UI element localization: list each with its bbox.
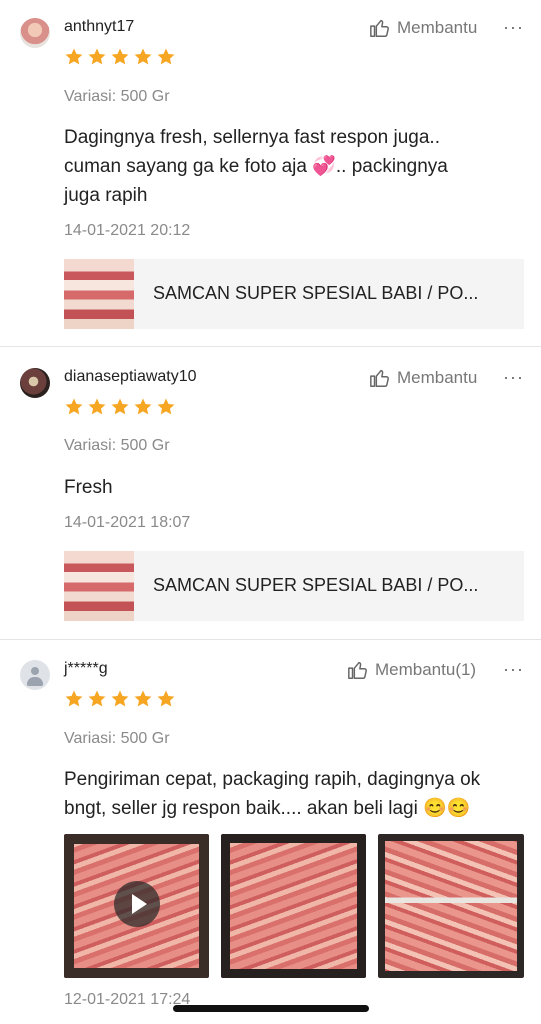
star-icon xyxy=(111,48,129,65)
more-options-icon[interactable]: ··· xyxy=(503,367,524,388)
reviewer-username[interactable]: dianaseptiawaty10 xyxy=(64,368,197,386)
default-avatar-icon[interactable] xyxy=(20,660,50,690)
star-icon xyxy=(157,398,175,415)
variant-label: Variasi: 500 Gr xyxy=(64,88,170,105)
product-title: SAMCAN SUPER SPESIAL BABI / PO... xyxy=(153,283,479,303)
reviewer-username[interactable]: j*****g xyxy=(64,660,108,678)
star-icon xyxy=(88,690,106,707)
review-photo[interactable] xyxy=(221,834,366,978)
star-icon xyxy=(134,398,152,415)
thumbs-up-icon xyxy=(348,661,367,679)
review-text-line: Pengiriman cepat, packaging rapih, dagin… xyxy=(64,769,481,790)
avatar-head xyxy=(31,667,39,675)
more-options-icon[interactable]: ··· xyxy=(503,17,524,38)
helpful-label: Membantu(1) xyxy=(375,660,477,679)
rating-stars xyxy=(64,689,176,709)
star-icon xyxy=(134,690,152,707)
star-icon xyxy=(111,690,129,707)
divider xyxy=(0,639,541,640)
star-icon xyxy=(111,398,129,415)
rating-stars xyxy=(64,47,176,67)
star-icon xyxy=(65,690,83,707)
avatar[interactable] xyxy=(20,368,50,398)
review-text-line: Fresh xyxy=(64,477,113,498)
review-date: 14-01-2021 18:07 xyxy=(64,514,191,531)
review-date: 14-01-2021 20:12 xyxy=(64,222,191,239)
variant-label: Variasi: 500 Gr xyxy=(64,437,170,454)
product-card[interactable]: SAMCAN SUPER SPESIAL BABI / PO... xyxy=(64,551,524,621)
divider xyxy=(0,346,541,347)
home-indicator[interactable] xyxy=(173,1005,369,1012)
variant-label: Variasi: 500 Gr xyxy=(64,730,170,747)
review-photo[interactable] xyxy=(378,834,524,978)
review-text: Pengiriman cepat, packaging rapih, dagin… xyxy=(64,765,524,823)
product-card[interactable]: SAMCAN SUPER SPESIAL BABI / PO... xyxy=(64,259,524,329)
avatar[interactable] xyxy=(20,18,50,48)
helpful-label: Membantu xyxy=(397,368,478,387)
product-thumbnail xyxy=(64,551,134,621)
helpful-button[interactable]: Membantu(1) xyxy=(347,659,476,681)
thumbs-up-icon xyxy=(370,19,389,37)
avatar-body xyxy=(27,677,43,686)
more-options-icon[interactable]: ··· xyxy=(503,659,524,680)
star-icon xyxy=(65,398,83,415)
rating-stars xyxy=(64,397,176,417)
star-icon xyxy=(65,48,83,65)
product-title: SAMCAN SUPER SPESIAL BABI / PO... xyxy=(153,575,479,595)
review-text-line: bngt, seller jg respon baik.... akan bel… xyxy=(64,798,471,819)
star-icon xyxy=(157,48,175,65)
review-text-line: Dagingnya fresh, sellernya fast respon j… xyxy=(64,127,440,148)
play-icon[interactable] xyxy=(114,881,160,927)
helpful-button[interactable]: Membantu xyxy=(369,367,477,389)
thumbs-up-icon xyxy=(370,369,389,387)
helpful-label: Membantu xyxy=(397,18,478,37)
star-icon xyxy=(88,48,106,65)
review-text: Dagingnya fresh, sellernya fast respon j… xyxy=(64,123,524,210)
star-icon xyxy=(157,690,175,707)
review-text-line: juga rapih xyxy=(64,185,148,206)
review-text: Fresh xyxy=(64,473,524,502)
reviewer-username[interactable]: anthnyt17 xyxy=(64,18,134,36)
product-thumbnail xyxy=(64,259,134,329)
review-text-line: cuman sayang ga ke foto aja 💞.. packingn… xyxy=(64,156,448,177)
star-icon xyxy=(88,398,106,415)
star-icon xyxy=(134,48,152,65)
helpful-button[interactable]: Membantu xyxy=(369,17,477,39)
review-date: 12-01-2021 17:24 xyxy=(64,991,191,1008)
